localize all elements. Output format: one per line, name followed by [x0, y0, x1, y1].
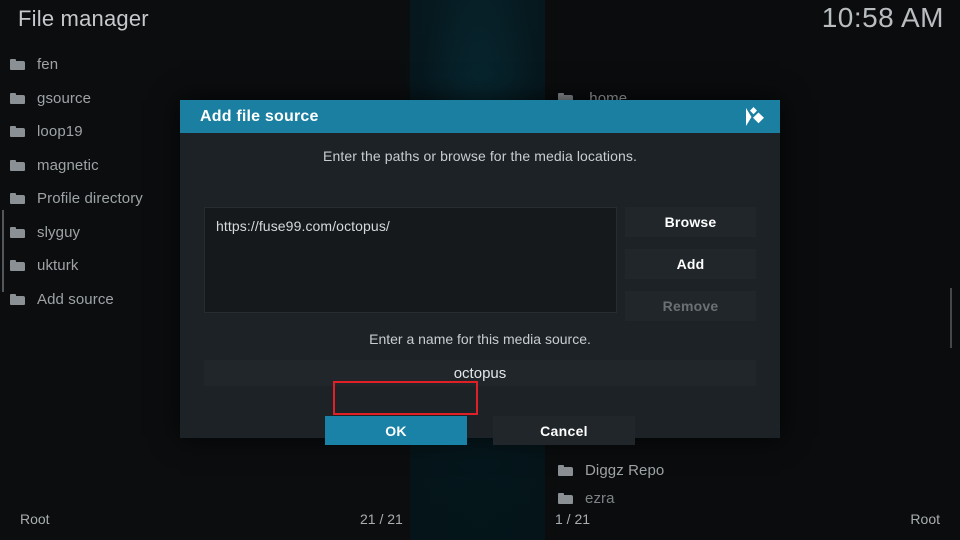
folder-icon: [10, 226, 25, 238]
dialog-body: Enter the paths or browse for the media …: [180, 133, 780, 445]
folder-icon: [10, 193, 25, 205]
kodi-logo-icon: [740, 104, 766, 130]
path-value: https://fuse99.com/octopus/: [216, 218, 390, 234]
list-item[interactable]: fen: [0, 48, 400, 82]
left-list-scrollbar[interactable]: [2, 210, 4, 292]
path-row: https://fuse99.com/octopus/ Browse Add R…: [204, 207, 756, 321]
name-hint-label: Enter a name for this media source.: [369, 331, 591, 347]
folder-icon: [10, 59, 25, 71]
clock: 10:58 AM: [821, 2, 944, 33]
ok-button[interactable]: OK: [325, 416, 467, 445]
page-title: File manager: [18, 6, 149, 31]
folder-icon: [10, 293, 25, 305]
folder-icon: [10, 126, 25, 138]
add-button[interactable]: Add: [625, 249, 756, 279]
dialog-header: Add file source: [180, 100, 780, 133]
status-right-count: 1 / 21: [555, 511, 591, 527]
remove-button: Remove: [625, 291, 756, 321]
add-file-source-dialog: Add file source Enter the paths or brows…: [180, 100, 780, 445]
status-left-path: Root: [20, 511, 50, 527]
path-list-box[interactable]: https://fuse99.com/octopus/: [204, 207, 617, 313]
folder-icon: [558, 464, 573, 476]
list-item-label: Add source: [37, 290, 114, 308]
list-item-label: gsource: [37, 89, 92, 107]
status-left-count: 21 / 21: [360, 511, 403, 527]
list-item-label: Profile directory: [37, 190, 143, 208]
status-bar: Root 21 / 21 1 / 21 Root: [0, 502, 960, 540]
right-list-scrollbar[interactable]: [950, 288, 952, 348]
status-right-path: Root: [910, 511, 940, 527]
list-item-label: ukturk: [37, 257, 79, 275]
list-item-label: loop19: [37, 123, 83, 141]
dialog-title: Add file source: [200, 107, 319, 125]
cancel-button[interactable]: Cancel: [493, 416, 635, 445]
list-item-label: fen: [37, 56, 59, 74]
folder-icon: [10, 92, 25, 104]
source-name-value: octopus: [453, 364, 507, 382]
dialog-action-row: OK Cancel: [180, 416, 780, 445]
path-action-buttons: Browse Add Remove: [625, 207, 756, 333]
list-item[interactable]: Diggz Repo: [548, 454, 948, 488]
list-item-label: magnetic: [37, 156, 99, 174]
folder-icon: [10, 260, 25, 272]
paths-hint-label: Enter the paths or browse for the media …: [323, 148, 637, 164]
file-manager-screen: File manager 10:58 AM fen gsource loop19…: [0, 0, 960, 540]
folder-icon: [10, 159, 25, 171]
list-item-label: Diggz Repo: [585, 461, 665, 479]
source-name-input[interactable]: octopus: [204, 360, 756, 386]
browse-button[interactable]: Browse: [625, 207, 756, 237]
list-item-label: slyguy: [37, 223, 81, 241]
